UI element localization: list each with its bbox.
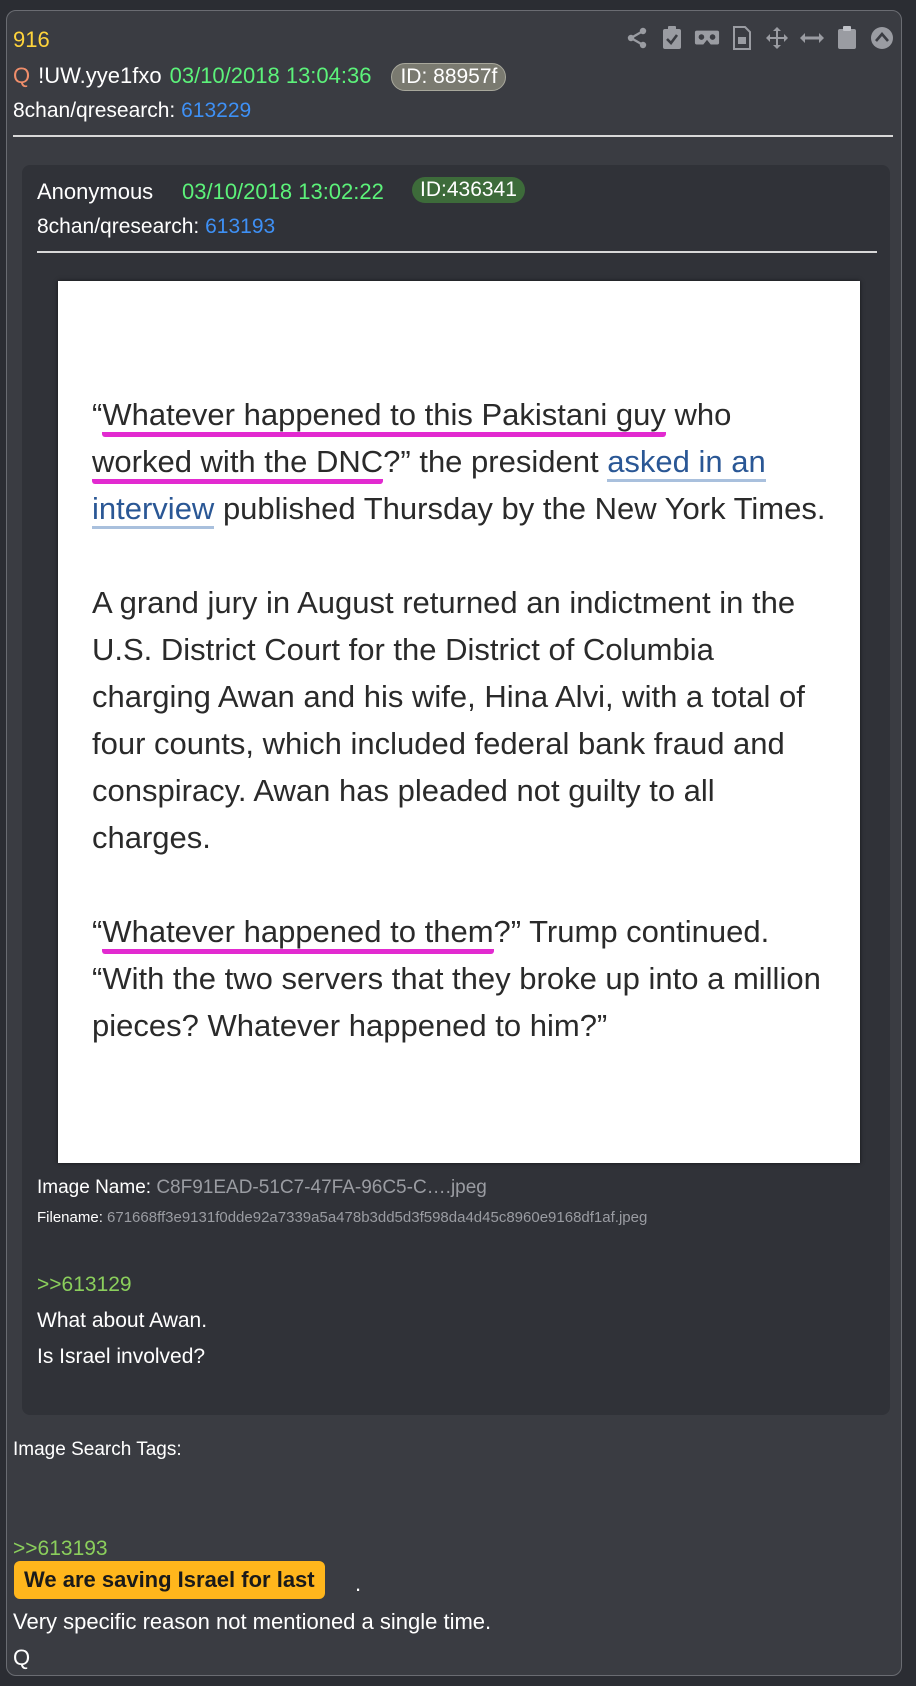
q-post: 916 Q !UW.yye1fxo 03/10/2018 13:04:36 ID: 8… (6, 10, 902, 1676)
image-name-value: C8F91EAD-51C7-47FA-96C5-C….jpeg (156, 1177, 487, 1198)
article-paragraph-3: “Whatever happened to them?” Trump conti… (92, 914, 821, 1043)
tripcode: !UW.yye1fxo (38, 63, 162, 88)
move-icon[interactable] (764, 25, 790, 51)
board-post-link[interactable]: 613229 (181, 99, 251, 122)
quoted-text-line: Is Israel involved? (37, 1345, 206, 1368)
id-badge[interactable]: ID: 88957f (391, 63, 507, 91)
post-toolbar (624, 25, 895, 51)
quoted-board-label: 8chan/qresearch: (37, 215, 200, 238)
filename-label: Filename: (37, 1209, 103, 1226)
highlighted-phrase: worked with the DNC (92, 444, 384, 484)
post-signature: Q (13, 1645, 31, 1670)
document-icon[interactable] (729, 25, 755, 51)
header-divider (13, 135, 893, 137)
quoted-board-post-link[interactable]: 613193 (205, 215, 275, 238)
highlighted-text: We are saving Israel for last (14, 1561, 325, 1599)
quoted-datetime: 03/10/2018 13:02:22 (182, 179, 384, 204)
quoted-board-line: 8chan/qresearch: 613193 (37, 215, 275, 239)
board-line: 8chan/qresearch: 613229 (13, 99, 251, 123)
quoted-post: Anonymous 03/10/2018 13:02:22 ID:436341 … (22, 165, 890, 1415)
quoted-divider (37, 251, 877, 253)
highlighted-phrase: Whatever happened to this Pakistani guy (102, 397, 666, 437)
image-name-label: Image Name: (37, 1177, 152, 1198)
quoted-text-line: What about Awan. (37, 1309, 208, 1332)
image-name-line: Image Name: C8F91EAD-51C7-47FA-96C5-C….j… (37, 1177, 487, 1199)
board-label: 8chan/qresearch: (13, 99, 176, 122)
vr-glasses-icon[interactable] (694, 25, 720, 51)
reply-link[interactable]: >>613193 (13, 1537, 108, 1561)
quoted-id-badge[interactable]: ID:436341 (412, 177, 525, 203)
image-search-tags-label: Image Search Tags: (13, 1439, 182, 1460)
q-label: Q (13, 63, 31, 88)
post-number: 916 (13, 27, 50, 52)
post-text-line: Very specific reason not mentioned a sin… (13, 1609, 492, 1634)
article-paragraph-2: A grand jury in August returned an indic… (92, 585, 805, 855)
share-icon[interactable] (624, 25, 650, 51)
scroll-up-icon[interactable] (869, 25, 895, 51)
filename-value: 671668ff3e9131f0dde92a7339a5a478b3dd5d3f… (107, 1209, 648, 1226)
highlighted-phrase: Whatever happened to them (102, 914, 494, 954)
period: . (355, 1571, 362, 1596)
article-paragraph-1: “Whatever happened to this Pakistani guy… (92, 391, 830, 532)
quoted-reply-link[interactable]: >>613129 (37, 1273, 132, 1297)
q-header-line: Q !UW.yye1fxo 03/10/2018 13:04:36 ID: 88957… (13, 63, 514, 91)
expand-horizontal-icon[interactable] (799, 25, 825, 51)
article-screenshot-image[interactable]: “Whatever happened to this Pakistani guy… (58, 281, 860, 1163)
quoted-author: Anonymous (37, 179, 154, 204)
clipboard-check-icon[interactable] (659, 25, 685, 51)
post-datetime: 03/10/2018 13:04:36 (169, 63, 372, 88)
filename-line: Filename: 671668ff3e9131f0dde92a7339a5a4… (37, 1209, 647, 1226)
clipboard-icon[interactable] (834, 25, 860, 51)
